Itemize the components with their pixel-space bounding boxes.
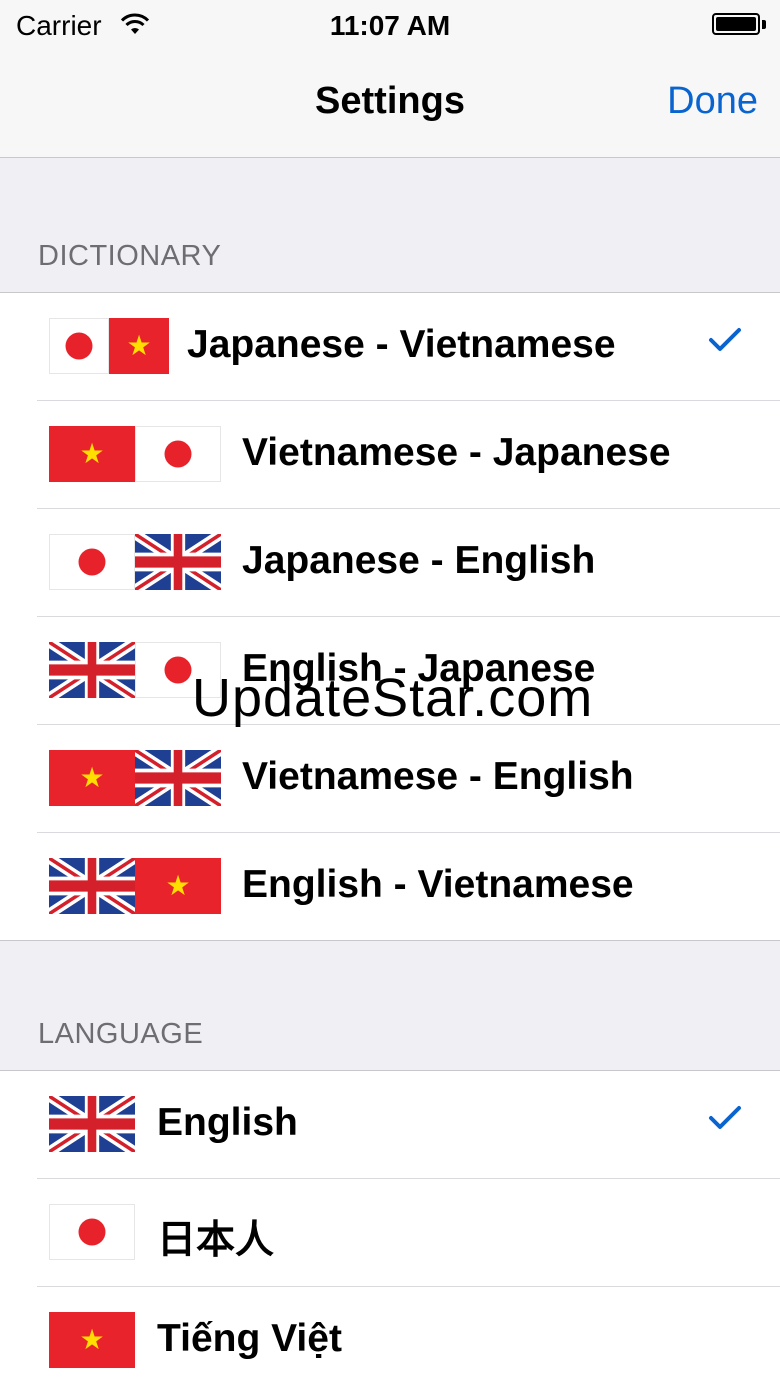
option-label: 日本人 (157, 1219, 275, 1262)
language-list: English 日本人 ★ Tiếng Việt (0, 1070, 780, 1394)
flag-pair (49, 1096, 135, 1152)
flag-pair: ★ (49, 1312, 135, 1368)
flag-vietnam-icon: ★ (49, 750, 135, 806)
flag-uk-icon (49, 642, 135, 698)
flag-pair (49, 642, 221, 698)
section-header-dictionary: DICTIONARY (38, 240, 222, 272)
checkmark-icon (708, 327, 742, 358)
flag-vietnam-icon: ★ (109, 318, 169, 374)
flag-japan-icon (49, 318, 109, 374)
language-option[interactable]: English (37, 1071, 780, 1178)
flag-uk-icon (49, 1096, 135, 1152)
status-bar: Carrier 11:07 AM (0, 0, 780, 54)
battery-icon (712, 13, 766, 37)
flag-pair: ★ (49, 858, 221, 914)
flag-pair: ★ (49, 426, 221, 482)
page-title: Settings (315, 80, 465, 122)
dictionary-option[interactable]: Japanese - English (37, 508, 780, 616)
language-option[interactable]: ★ Tiếng Việt (37, 1286, 780, 1394)
option-label: English - Japanese (242, 647, 596, 690)
option-label: Tiếng Việt (157, 1317, 342, 1360)
option-label: Japanese - Vietnamese (187, 323, 616, 366)
option-label: English - Vietnamese (242, 863, 634, 906)
section-header-language: LANGUAGE (38, 1018, 204, 1050)
flag-pair (49, 1204, 135, 1260)
option-label: English (157, 1101, 298, 1144)
flag-pair: ★ (49, 318, 169, 374)
checkmark-icon (708, 1105, 742, 1136)
flag-japan-icon (49, 1204, 135, 1260)
option-label: Japanese - English (242, 539, 596, 582)
status-time: 11:07 AM (329, 10, 451, 41)
dictionary-option[interactable]: ★ Vietnamese - Japanese (37, 400, 780, 508)
flag-vietnam-icon: ★ (49, 426, 135, 482)
dictionary-list: ★ Japanese - Vietnamese ★ Vietnamese - Japa… (0, 292, 780, 941)
flag-vietnam-icon: ★ (135, 858, 221, 914)
flag-uk-icon (49, 858, 135, 914)
flag-uk-icon (135, 534, 221, 590)
flag-pair (49, 534, 221, 590)
option-label: Vietnamese - Japanese (242, 431, 671, 474)
done-button[interactable]: Done (667, 80, 758, 123)
flag-pair: ★ (49, 750, 221, 806)
dictionary-option[interactable]: ★ Vietnamese - English (37, 724, 780, 832)
flag-vietnam-icon: ★ (49, 1312, 135, 1368)
flag-uk-icon (135, 750, 221, 806)
option-label: Vietnamese - English (242, 755, 634, 798)
navigation-bar: Carrier 11:07 AM Settings Done (0, 0, 780, 158)
flag-japan-icon (49, 534, 135, 590)
flag-japan-icon (135, 642, 221, 698)
flag-japan-icon (135, 426, 221, 482)
dictionary-option[interactable]: English - Japanese (37, 616, 780, 724)
dictionary-option[interactable]: ★ Japanese - Vietnamese (37, 293, 780, 400)
dictionary-option[interactable]: ★ English - Vietnamese (37, 832, 780, 940)
language-option[interactable]: 日本人 (37, 1178, 780, 1286)
